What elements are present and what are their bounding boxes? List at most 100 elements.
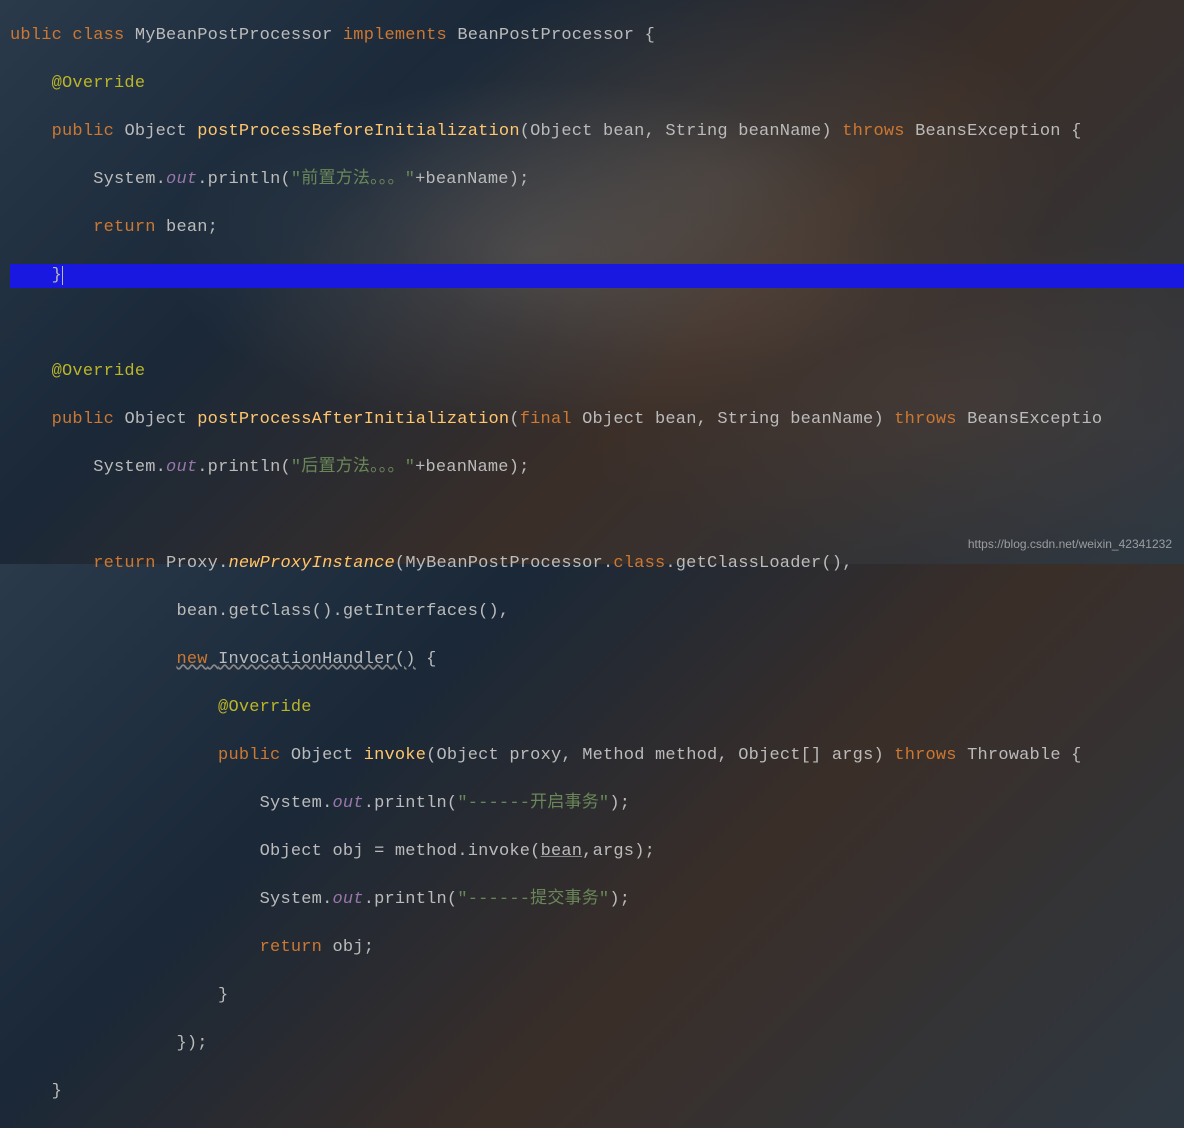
- class-ref: System: [93, 170, 155, 189]
- string-literal: "后置方法。。。": [291, 458, 415, 477]
- variable: obj: [332, 938, 363, 957]
- variable: bean: [176, 602, 218, 621]
- param-type: Object: [530, 122, 592, 141]
- code-line: System.out.println("------开启事务");: [10, 792, 1184, 816]
- keyword: public: [218, 746, 280, 765]
- code-line: });: [10, 1032, 1184, 1056]
- method-name: invoke: [364, 746, 426, 765]
- param-name: proxy: [509, 746, 561, 765]
- type: Object: [260, 842, 322, 861]
- method-call: println: [374, 890, 447, 909]
- code-line: }: [10, 1080, 1184, 1104]
- method-call: getClass: [228, 602, 311, 621]
- variable: beanName: [426, 458, 509, 477]
- brace: {: [1071, 122, 1081, 141]
- code-line: ublic class MyBeanPostProcessor implemen…: [10, 24, 1184, 48]
- keyword: throws: [894, 410, 956, 429]
- method-call: println: [374, 794, 447, 813]
- brace: {: [426, 650, 436, 669]
- brace: {: [1071, 746, 1081, 765]
- string-literal: "------开启事务": [457, 794, 609, 813]
- operator: =: [374, 842, 384, 861]
- code-line: new InvocationHandler() {: [10, 648, 1184, 672]
- brace: }: [52, 1082, 62, 1101]
- keyword: class: [72, 26, 124, 45]
- code-line: @Override: [10, 696, 1184, 720]
- code-line-highlighted: }: [10, 264, 1184, 288]
- return-type: Object: [124, 122, 186, 141]
- string-literal: "------提交事务": [457, 890, 609, 909]
- method-name: postProcessBeforeInitialization: [197, 122, 519, 141]
- class-name: MyBeanPostProcessor: [135, 26, 333, 45]
- exception-type: BeansExceptio: [967, 410, 1102, 429]
- class-ref: InvocationHandler: [218, 650, 395, 669]
- code-line: public Object invoke(Object proxy, Metho…: [10, 744, 1184, 768]
- keyword: public: [52, 410, 114, 429]
- string-literal: "前置方法。。。": [291, 170, 415, 189]
- param-type: Object: [437, 746, 499, 765]
- method-call: invoke: [468, 842, 530, 861]
- variable: method: [395, 842, 457, 861]
- return-type: Object: [291, 746, 353, 765]
- exception-type: BeansException: [915, 122, 1061, 141]
- keyword: ublic: [10, 26, 62, 45]
- code-line: [10, 312, 1184, 336]
- code-line: @Override: [10, 360, 1184, 384]
- brace: {: [645, 26, 655, 45]
- method-call: println: [208, 170, 281, 189]
- brace: }: [52, 266, 62, 285]
- code-line: Object obj = method.invoke(bean,args);: [10, 840, 1184, 864]
- method-call: println: [208, 458, 281, 477]
- code-line: @Override: [10, 72, 1184, 96]
- variable: obj: [332, 842, 363, 861]
- method-name: postProcessAfterInitialization: [197, 410, 509, 429]
- param-type: Method: [582, 746, 644, 765]
- code-line: System.out.println("前置方法。。。"+beanName);: [10, 168, 1184, 192]
- brace: });: [176, 1034, 207, 1053]
- keyword: return: [93, 218, 155, 237]
- param-name: bean: [655, 410, 697, 429]
- keyword: return: [260, 938, 322, 957]
- variable: args: [593, 842, 635, 861]
- param-name: beanName: [738, 122, 821, 141]
- operator: +: [415, 170, 425, 189]
- code-line: System.out.println("后置方法。。。"+beanName);: [10, 456, 1184, 480]
- code-line: return obj;: [10, 936, 1184, 960]
- code-line: [10, 504, 1184, 528]
- watermark: https://blog.csdn.net/weixin_42341232: [968, 532, 1172, 556]
- keyword: final: [520, 410, 572, 429]
- keyword: implements: [343, 26, 447, 45]
- brace: }: [218, 986, 228, 1005]
- return-type: Object: [124, 410, 186, 429]
- variable: bean: [541, 842, 583, 861]
- param-name: beanName: [790, 410, 873, 429]
- field-ref: out: [332, 890, 363, 909]
- field-ref: out: [332, 794, 363, 813]
- keyword: throws: [894, 746, 956, 765]
- keyword: new: [176, 650, 207, 669]
- code-line: public Object postProcessBeforeInitializ…: [10, 120, 1184, 144]
- class-ref: System: [260, 794, 322, 813]
- annotation: @Override: [52, 362, 146, 381]
- param-name: args: [832, 746, 874, 765]
- code-line: System.out.println("------提交事务");: [10, 888, 1184, 912]
- exception-type: Throwable: [967, 746, 1061, 765]
- variable: bean: [166, 218, 208, 237]
- keyword: public: [52, 122, 114, 141]
- interface-name: BeanPostProcessor: [457, 26, 634, 45]
- param-type: Object[]: [738, 746, 821, 765]
- variable: beanName: [426, 170, 509, 189]
- code-line: }: [10, 984, 1184, 1008]
- annotation: @Override: [218, 698, 312, 717]
- param-type: String: [717, 410, 779, 429]
- code-editor[interactable]: ublic class MyBeanPostProcessor implemen…: [0, 0, 1184, 1128]
- param-type: String: [665, 122, 727, 141]
- code-line: bean.getClass().getInterfaces(),: [10, 600, 1184, 624]
- param-name: method: [655, 746, 717, 765]
- code-line: return bean;: [10, 216, 1184, 240]
- annotation: @Override: [52, 74, 146, 93]
- operator: +: [415, 458, 425, 477]
- field-ref: out: [166, 170, 197, 189]
- keyword: throws: [842, 122, 904, 141]
- param-type: Object: [582, 410, 644, 429]
